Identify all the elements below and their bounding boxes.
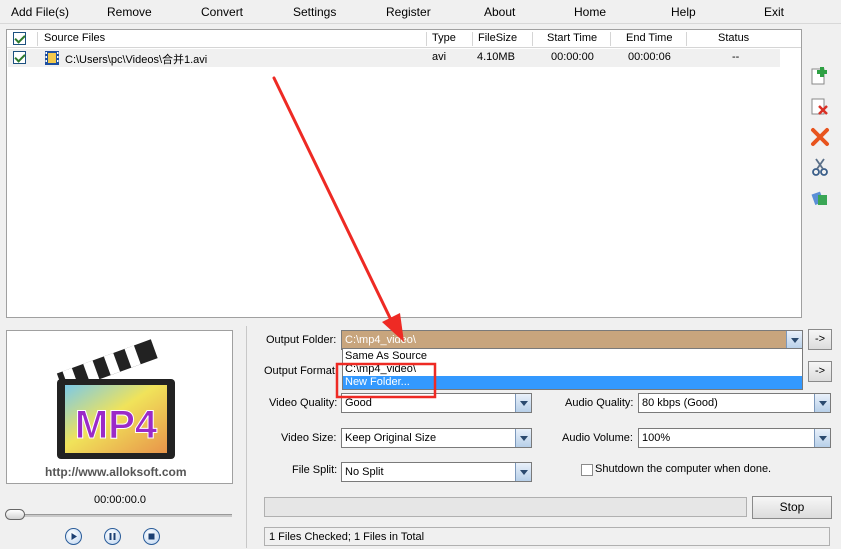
delete-icon[interactable] bbox=[810, 127, 830, 147]
video-size-combo[interactable]: Keep Original Size bbox=[341, 428, 532, 448]
status-bar: 1 Files Checked; 1 Files in Total bbox=[264, 527, 830, 546]
playback-time: 00:00:00.0 bbox=[94, 494, 146, 506]
output-format-label: Output Format: bbox=[264, 365, 338, 377]
dropdown-option-mp4-video[interactable]: C:\mp4_video\ bbox=[343, 363, 802, 376]
menu-bar: Add File(s) Remove Convert Settings Regi… bbox=[0, 0, 841, 24]
svg-text:MP4: MP4 bbox=[75, 403, 158, 447]
panel-divider bbox=[246, 326, 247, 548]
row-checkbox[interactable] bbox=[13, 51, 26, 64]
chevron-down-icon[interactable] bbox=[515, 429, 531, 447]
dropdown-option-new-folder[interactable]: New Folder... bbox=[343, 376, 802, 389]
menu-about[interactable]: About bbox=[484, 5, 515, 19]
menu-register[interactable]: Register bbox=[386, 5, 431, 19]
stop-playback-button[interactable] bbox=[143, 528, 160, 545]
status-text: 1 Files Checked; 1 Files in Total bbox=[269, 531, 425, 543]
seek-track[interactable] bbox=[10, 514, 232, 517]
remove-file-icon[interactable] bbox=[810, 96, 830, 116]
menu-add-files[interactable]: Add File(s) bbox=[11, 5, 69, 19]
browse-folder-button[interactable]: -> bbox=[808, 329, 832, 350]
video-quality-value: Good bbox=[345, 397, 372, 409]
chevron-down-icon[interactable] bbox=[515, 394, 531, 412]
merge-icon[interactable] bbox=[810, 188, 830, 208]
add-file-icon[interactable] bbox=[810, 66, 830, 86]
file-list-header: Source Files Type FileSize Start Time En… bbox=[7, 30, 801, 48]
column-end-time[interactable]: End Time bbox=[626, 32, 672, 46]
dropdown-option-same-as-source[interactable]: Same As Source bbox=[343, 350, 802, 363]
audio-quality-label: Audio Quality: bbox=[565, 397, 634, 409]
file-start-time: 00:00:00 bbox=[551, 51, 594, 63]
column-source-files[interactable]: Source Files bbox=[44, 32, 105, 46]
video-file-icon bbox=[45, 51, 59, 65]
output-folder-value: C:\mp4_video\ bbox=[345, 334, 416, 346]
file-type: avi bbox=[432, 51, 447, 63]
menu-exit[interactable]: Exit bbox=[764, 5, 784, 19]
file-split-label: File Split: bbox=[292, 464, 338, 476]
play-button[interactable] bbox=[65, 528, 82, 545]
chevron-down-icon[interactable] bbox=[814, 394, 830, 412]
menu-home[interactable]: Home bbox=[574, 5, 606, 19]
format-settings-button[interactable]: -> bbox=[808, 361, 832, 382]
column-filesize[interactable]: FileSize bbox=[478, 32, 517, 46]
audio-volume-combo[interactable]: 100% bbox=[638, 428, 831, 448]
file-end-time: 00:00:06 bbox=[628, 51, 671, 63]
file-status: -- bbox=[732, 51, 740, 63]
pause-button[interactable] bbox=[104, 528, 121, 545]
file-path: C:\Users\pc\Videos\合并1.avi bbox=[65, 54, 208, 66]
website-url: http://www.alloksoft.com bbox=[45, 465, 187, 479]
column-start-time[interactable]: Start Time bbox=[547, 32, 597, 46]
menu-remove[interactable]: Remove bbox=[107, 5, 152, 19]
shutdown-checkbox[interactable] bbox=[581, 464, 593, 476]
table-row[interactable]: C:\Users\pc\Videos\合并1.avi avi 4.10MB 00… bbox=[8, 49, 780, 67]
output-folder-dropdown-list[interactable]: Same As Source C:\mp4_video\ New Folder.… bbox=[342, 348, 803, 390]
chevron-down-icon[interactable] bbox=[786, 331, 802, 349]
video-size-label: Video Size: bbox=[281, 432, 337, 444]
menu-convert[interactable]: Convert bbox=[201, 5, 243, 19]
audio-quality-combo[interactable]: 80 kbps (Good) bbox=[638, 393, 831, 413]
file-split-combo[interactable]: No Split bbox=[341, 462, 532, 482]
cut-icon[interactable] bbox=[810, 157, 830, 177]
audio-quality-value: 80 kbps (Good) bbox=[642, 397, 718, 409]
output-folder-label: Output Folder: bbox=[266, 334, 337, 346]
menu-settings[interactable]: Settings bbox=[293, 5, 336, 19]
mp4-clapperboard-logo: MP4 bbox=[56, 339, 175, 459]
file-split-value: No Split bbox=[345, 466, 384, 478]
chevron-down-icon[interactable] bbox=[814, 429, 830, 447]
output-folder-combo[interactable]: C:\mp4_video\ bbox=[341, 330, 803, 350]
audio-volume-value: 100% bbox=[642, 432, 671, 444]
select-all-checkbox[interactable] bbox=[13, 32, 26, 45]
chevron-down-icon[interactable] bbox=[515, 463, 531, 481]
video-quality-combo[interactable]: Good bbox=[341, 393, 532, 413]
seek-slider-handle[interactable] bbox=[5, 509, 25, 520]
column-status[interactable]: Status bbox=[718, 32, 749, 46]
column-type[interactable]: Type bbox=[432, 32, 456, 46]
file-size: 4.10MB bbox=[477, 51, 515, 63]
video-preview: MP4 http://www.alloksoft.com bbox=[6, 330, 233, 484]
conversion-progress-bar bbox=[264, 497, 747, 517]
video-quality-label: Video Quality: bbox=[269, 397, 338, 409]
shutdown-label[interactable]: Shutdown the computer when done. bbox=[595, 463, 771, 475]
audio-volume-label: Audio Volume: bbox=[562, 432, 633, 444]
menu-help[interactable]: Help bbox=[671, 5, 696, 19]
video-size-value: Keep Original Size bbox=[345, 432, 437, 444]
file-list[interactable]: Source Files Type FileSize Start Time En… bbox=[6, 29, 802, 318]
stop-button[interactable]: Stop bbox=[752, 496, 832, 519]
